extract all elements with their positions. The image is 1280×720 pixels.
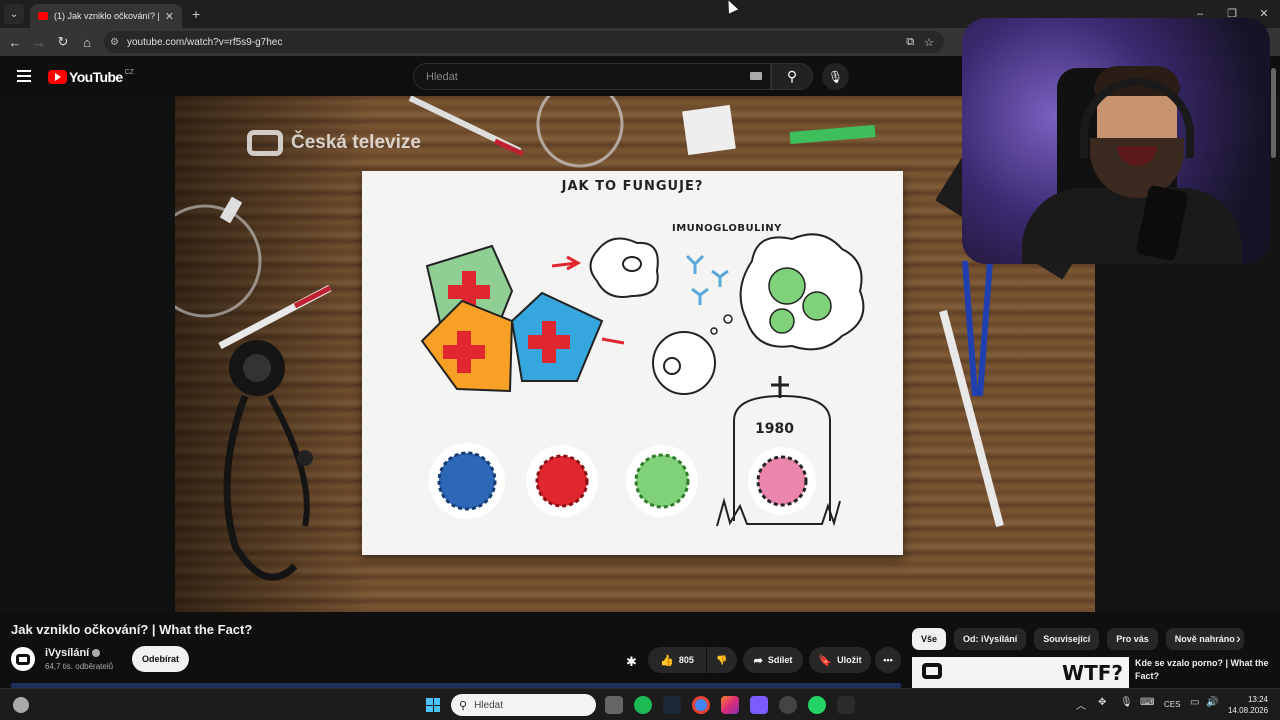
share-icon: ➦ [753, 654, 763, 667]
thumbnail-text: WTF? [1062, 661, 1123, 685]
search-button[interactable]: ⚲ [771, 63, 813, 90]
chevron-right-icon[interactable]: › [1236, 630, 1241, 646]
ct-logo-icon [247, 130, 283, 156]
chip-related[interactable]: Související [1034, 628, 1100, 650]
home-icon[interactable]: ⌂ [75, 35, 99, 50]
youtube-play-icon [48, 70, 67, 84]
browser-tab[interactable]: (1) Jak vzniklo očkování? | What ✕ [30, 4, 182, 28]
file-explorer-icon[interactable] [605, 696, 623, 714]
chrome-icon[interactable] [692, 696, 710, 714]
filter-chips: Vše Od: iVysílání Související Pro vás No… [912, 628, 1252, 650]
chip-recently-uploaded[interactable]: Nově nahráno [1165, 628, 1244, 650]
start-button[interactable] [426, 698, 440, 712]
like-count: 805 [678, 655, 694, 665]
subscribe-button[interactable]: Odebírat [132, 646, 189, 672]
network-icon[interactable]: ▭ [1190, 697, 1199, 708]
channel-name[interactable]: iVysílání [45, 647, 101, 659]
save-button[interactable]: 🔖 Uložit [809, 647, 871, 673]
verified-icon [92, 649, 101, 658]
drawing-paper: JAK TO FUNGUJE? IMUNOGLOBULINY 1980 [362, 171, 903, 555]
epic-games-icon[interactable] [837, 696, 855, 714]
dropbox-icon[interactable]: ✥ [1098, 697, 1106, 708]
clock-date: 14.08.2026 [1228, 706, 1269, 715]
youtube-favicon-icon [38, 12, 48, 20]
save-app-icon[interactable] [750, 696, 768, 714]
install-app-icon[interactable]: ⧉ [906, 36, 914, 49]
clock-time: 13:24 [1247, 695, 1268, 704]
channel-avatar[interactable] [11, 647, 35, 671]
reload-icon[interactable]: ↻ [51, 34, 75, 50]
tombstone-icon [716, 376, 841, 527]
url-bar[interactable]: ⚙ youtube.com/watch?v=rf5s9-g7hec ⧉ ☆ [104, 31, 944, 53]
url-text: youtube.com/watch?v=rf5s9-g7hec [126, 36, 283, 48]
menu-icon[interactable] [17, 70, 31, 85]
recommended-video-title[interactable]: Kde se vzalo porno? | What the Fact? [1135, 657, 1275, 683]
steam-icon[interactable] [663, 696, 681, 714]
video-frame: Česká televize JAK TO FUNGUJE? IMUNOGLOB… [175, 96, 1095, 612]
back-icon[interactable]: ← [3, 35, 27, 50]
virus-red-icon [526, 445, 598, 517]
windows-taskbar: ⚲ Hledat ︿ ✥ 🎙 ⌨ CES ▭ 🔊 13:24 14.08.202… [0, 688, 1280, 720]
thumbs-up-icon: 👍 [660, 654, 674, 667]
share-button[interactable]: ➦ Sdílet [743, 647, 803, 673]
ai-sparkle-icon[interactable]: ✱ [626, 654, 637, 670]
new-tab-button[interactable]: + [192, 6, 200, 22]
search-icon: ⚲ [459, 699, 468, 712]
taskbar-clock[interactable]: 13:24 14.08.2026 [1228, 694, 1268, 716]
close-tab-icon[interactable]: ✕ [165, 10, 174, 23]
taskbar-search[interactable]: ⚲ Hledat [451, 694, 596, 716]
voice-search-button[interactable]: 🎙 [822, 63, 849, 90]
logo-text: YouTube [69, 69, 123, 85]
more-actions-button[interactable]: ••• [875, 647, 901, 673]
spotify-icon[interactable] [634, 696, 652, 714]
instagram-icon[interactable] [721, 696, 739, 714]
forward-icon[interactable]: → [27, 35, 51, 50]
chip-from-channel[interactable]: Od: iVysílání [954, 628, 1027, 650]
bookmark-star-icon[interactable]: ☆ [924, 36, 934, 49]
bookmark-icon: 🔖 [818, 654, 833, 667]
country-code: CZ [124, 68, 134, 76]
microphone-icon: 🎙 [827, 69, 844, 84]
keyboard-icon[interactable] [750, 72, 762, 80]
tab-list-button[interactable]: ⌄ [4, 4, 24, 24]
paper-drawings [420, 233, 865, 527]
tray-mic-icon[interactable]: 🎙 [1120, 697, 1133, 708]
thumbs-down-icon: 👎 [716, 654, 728, 665]
whatsapp-icon[interactable] [808, 696, 826, 714]
search-placeholder: Hledat [426, 70, 458, 83]
taskbar-search-placeholder: Hledat [474, 699, 503, 711]
like-button[interactable]: 👍 805 [648, 647, 706, 673]
virus-blue-icon [429, 443, 505, 519]
tab-title: (1) Jak vzniklo očkování? | What [54, 11, 159, 21]
chevron-down-icon: ⌄ [9, 8, 19, 20]
tray-expand-icon[interactable]: ︿ [1076, 697, 1086, 712]
virus-green-icon [626, 445, 698, 517]
chip-all[interactable]: Vše [912, 628, 947, 650]
ct-logo-text: Česká televize [291, 132, 421, 153]
video-letterbox-left [0, 96, 175, 612]
obs-icon[interactable] [779, 696, 797, 714]
widgets-icon[interactable] [13, 697, 29, 713]
site-info-icon[interactable]: ⚙ [110, 37, 119, 48]
more-icon: ••• [883, 655, 893, 665]
antibody-icon [685, 254, 729, 305]
ct-logo-icon [922, 663, 942, 679]
recommended-video-thumbnail[interactable]: WTF? [912, 657, 1129, 688]
webcam-overlay [962, 18, 1270, 264]
chip-for-you[interactable]: Pro vás [1107, 628, 1158, 650]
video-title: Jak vzniklo očkování? | What the Fact? [11, 622, 253, 637]
subscriber-count: 64,7 tis. odběratelů [45, 662, 114, 671]
search-icon: ⚲ [786, 68, 798, 84]
search-input[interactable]: Hledat [413, 63, 771, 90]
youtube-logo[interactable]: YouTube CZ [48, 69, 134, 85]
page-scrollbar[interactable] [1270, 60, 1278, 160]
ceska-televize-logo: Česká televize [247, 130, 421, 156]
cell-icon [652, 331, 716, 395]
keyboard-icon[interactable]: ⌨ [1140, 697, 1154, 708]
dislike-button[interactable]: 👎 [707, 647, 737, 673]
volume-icon[interactable]: 🔊 [1206, 697, 1218, 708]
language-indicator[interactable]: CES [1164, 700, 1180, 709]
shield-blue-icon [510, 291, 604, 382]
